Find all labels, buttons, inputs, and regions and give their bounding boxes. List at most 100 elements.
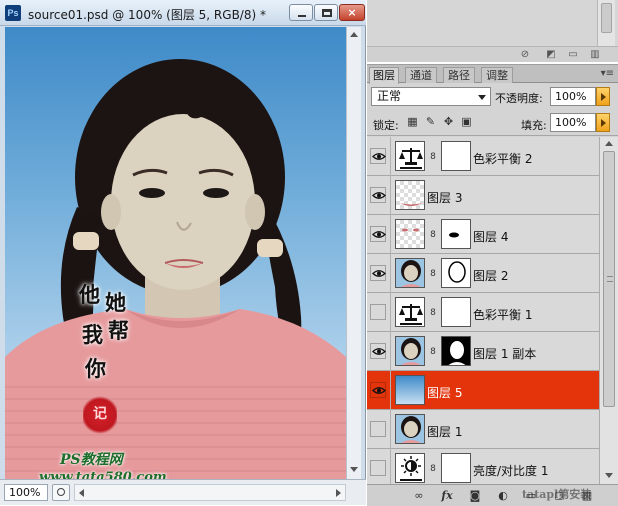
visibility-toggle[interactable] (370, 226, 386, 242)
tab-adjustments[interactable]: 调整 (481, 67, 513, 83)
mask-link-chain-icon[interactable]: 8 (429, 229, 437, 241)
zoom-level-field[interactable]: 100% (4, 484, 48, 501)
mask-link-chain-icon[interactable]: 8 (429, 307, 437, 319)
visibility-toggle[interactable] (370, 148, 386, 164)
scroll-thumb[interactable] (603, 151, 615, 407)
panel-menu-icon[interactable]: ▾≡ (601, 68, 614, 79)
mask-link-chain-icon[interactable]: 8 (429, 346, 437, 358)
visibility-toggle[interactable] (370, 421, 386, 437)
row-divider (390, 449, 391, 484)
layer-mask-thumbnail[interactable] (441, 336, 471, 366)
mask-link-chain-icon[interactable]: 8 (429, 463, 437, 475)
layer-row[interactable]: 图层 1 (367, 410, 599, 449)
layer-name: 图层 4 (473, 230, 509, 244)
layer-mask-thumbnail[interactable] (441, 219, 471, 249)
adjustment-layer-icon[interactable]: ◐ (495, 488, 511, 503)
visibility-toggle[interactable] (370, 304, 386, 320)
scroll-down-arrow-icon[interactable] (350, 467, 358, 472)
layer-row[interactable]: 8 亮度/对比度 1 (367, 449, 599, 484)
layer-row[interactable]: 8 图层 4 (367, 215, 599, 254)
maximize-button[interactable] (314, 4, 338, 21)
calligraphy-char: 你 (85, 356, 106, 381)
corner-watermark: tatapl第安装 (522, 488, 592, 501)
status-info-button[interactable] (52, 484, 70, 501)
opacity-slider-button[interactable] (596, 87, 610, 106)
opacity-input[interactable]: 100% (550, 87, 596, 106)
document-title: source01.psd @ 100% (图层 5, RGB/8) * (28, 8, 266, 22)
visibility-toggle[interactable] (370, 265, 386, 281)
mask-link-chain-icon[interactable]: 8 (429, 151, 437, 163)
layer-mask-thumbnail[interactable] (441, 258, 471, 288)
layer-thumbnail[interactable] (395, 414, 425, 444)
play-arrow-icon (601, 119, 606, 127)
history-new-snapshot-icon[interactable]: ◩ (545, 49, 557, 61)
add-mask-icon[interactable]: ◙ (467, 488, 483, 503)
fill-input[interactable]: 100% (550, 113, 596, 132)
brightness-contrast-thumbnail-icon[interactable] (395, 453, 425, 483)
canvas-horizontal-scrollbar[interactable] (74, 484, 346, 501)
fill-slider-button[interactable] (596, 113, 610, 132)
scroll-right-arrow-icon[interactable] (336, 489, 341, 497)
layer-mask-thumbnail[interactable] (441, 453, 471, 483)
chevron-down-icon (478, 95, 486, 100)
document-titlebar[interactable]: Ps source01.psd @ 100% (图层 5, RGB/8) * × (0, 0, 366, 26)
image-canvas[interactable]: 他 她 我 帮 你 记 PS教程网 www.tata580.com (5, 27, 346, 479)
layer-row[interactable]: 8 图层 2 (367, 254, 599, 293)
visibility-toggle[interactable] (370, 460, 386, 476)
layer-name: 图层 1 (427, 425, 463, 439)
scroll-left-arrow-icon[interactable] (79, 489, 84, 497)
girl-photo (5, 59, 346, 479)
layers-panel: 图层 通道 路径 调整 ▾≡ 正常 不透明度: 100% 锁定: ▦ ✎ ✥ ▣… (367, 64, 618, 506)
blend-mode-value: 正常 (377, 89, 402, 103)
circle-icon (57, 488, 65, 496)
layer-thumbnail[interactable] (395, 258, 425, 288)
visibility-toggle[interactable] (370, 187, 386, 203)
scroll-up-arrow-icon[interactable] (605, 141, 613, 146)
close-button[interactable]: × (339, 4, 365, 21)
layer-mask-thumbnail[interactable] (441, 297, 471, 327)
scroll-down-arrow-icon[interactable] (605, 473, 613, 478)
photoshop-app-icon: Ps (5, 5, 21, 21)
layer-list: 8 色彩平衡 2 图层 3 8 图层 4 8 图层 2 8 色彩平衡 1 8 图层 1 副本 图层 5… (367, 137, 599, 484)
watermark-title: PS教程网 (60, 452, 123, 468)
lock-transparent-icon[interactable]: ▦ (406, 115, 419, 128)
layer-row[interactable]: 8 色彩平衡 1 (367, 293, 599, 332)
upper-panel-scrollbar[interactable] (597, 0, 615, 46)
row-divider (390, 371, 391, 410)
document-status-bar: 100% (0, 479, 366, 505)
tab-channels[interactable]: 通道 (405, 67, 437, 83)
lock-paint-brush-icon[interactable]: ✎ (424, 115, 437, 128)
layer-thumbnail[interactable] (395, 336, 425, 366)
visibility-toggle[interactable] (370, 382, 386, 398)
layer-thumbnail[interactable] (395, 375, 425, 405)
minimize-button[interactable] (289, 4, 313, 21)
mask-link-chain-icon[interactable]: 8 (429, 268, 437, 280)
layer-thumbnail[interactable] (395, 180, 425, 210)
layer-style-fx-icon[interactable]: fx (439, 488, 455, 503)
color-balance-thumbnail-icon[interactable] (395, 141, 425, 171)
new-document-icon[interactable]: ▭ (567, 49, 579, 61)
play-arrow-icon (601, 93, 606, 101)
lock-all-padlock-icon[interactable]: ▣ (460, 115, 473, 128)
tab-paths[interactable]: 路径 (443, 67, 475, 83)
layer-row[interactable]: 图层 3 (367, 176, 599, 215)
lock-position-move-icon[interactable]: ✥ (442, 115, 455, 128)
minimize-icon (298, 15, 306, 17)
close-icon: × (347, 6, 357, 19)
layers-scrollbar[interactable] (599, 137, 618, 484)
scroll-up-arrow-icon[interactable] (350, 32, 358, 37)
layer-mask-thumbnail[interactable] (441, 141, 471, 171)
blend-mode-select[interactable]: 正常 (371, 87, 491, 106)
layer-row[interactable]: 图层 5 (367, 371, 599, 410)
tab-layers[interactable]: 图层 (369, 67, 399, 84)
canvas-vertical-scrollbar[interactable] (346, 27, 361, 479)
layer-row[interactable]: 8 图层 1 副本 (367, 332, 599, 371)
link-layers-icon[interactable]: ∞ (411, 488, 427, 503)
layer-row[interactable]: 8 色彩平衡 2 (367, 137, 599, 176)
layer-thumbnail[interactable] (395, 219, 425, 249)
visibility-toggle[interactable] (370, 343, 386, 359)
no-symbol-icon[interactable]: ⊘ (519, 49, 531, 61)
scroll-thumb[interactable] (601, 3, 612, 33)
trash-icon[interactable]: ▥ (589, 49, 601, 61)
color-balance-thumbnail-icon[interactable] (395, 297, 425, 327)
